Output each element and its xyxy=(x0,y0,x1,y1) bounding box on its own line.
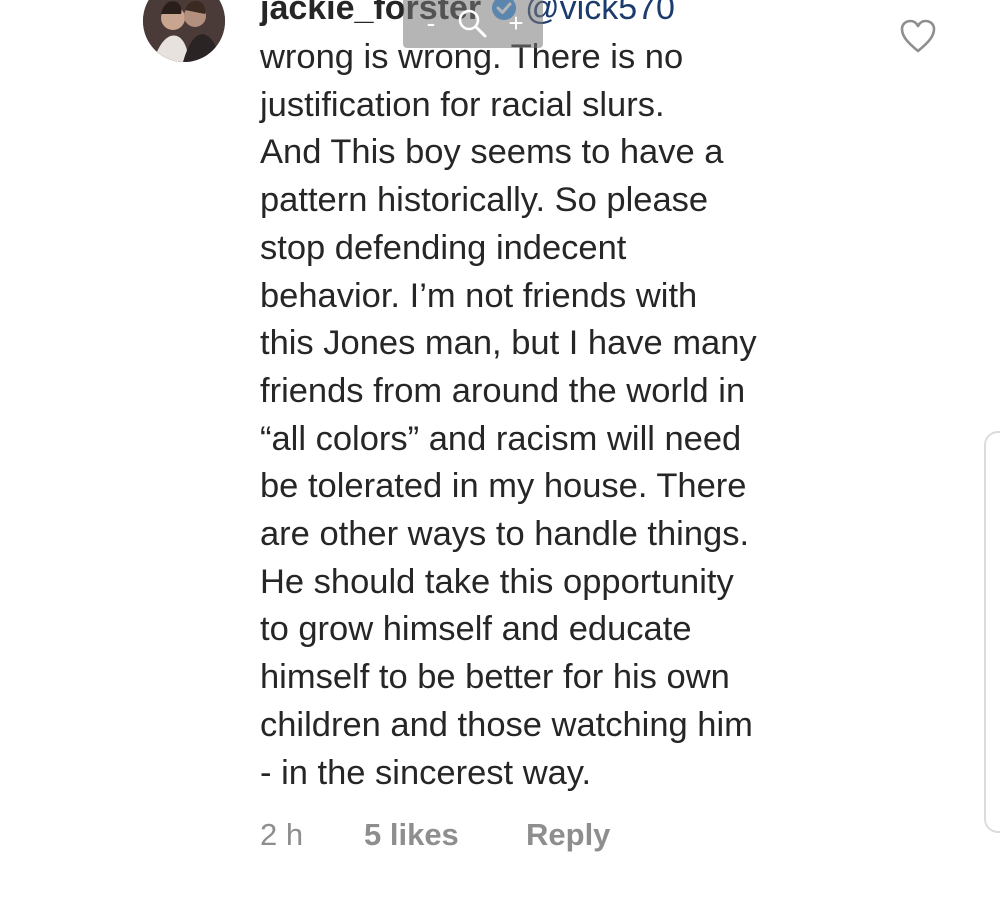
avatar[interactable] xyxy=(143,0,225,62)
avatar-photo xyxy=(143,0,225,62)
comment-text-line: be tolerated in my house. There xyxy=(260,467,747,506)
comment-text-line: behavior. I’m not friends with xyxy=(260,276,698,315)
comment-text-line: himself to be better for his own xyxy=(260,658,730,697)
scroll-handle[interactable] xyxy=(984,431,1000,833)
comment-text-line: stop defending indecent xyxy=(260,228,627,267)
likes-count[interactable]: 5 likes xyxy=(364,815,526,855)
comment-timestamp: 2 h xyxy=(260,817,304,852)
comment-text-line: “all colors” and racism will need xyxy=(260,419,742,458)
comment-text-line: - in the sincerest way. xyxy=(260,753,592,792)
comment-meta: 2 h 5 likes Reply xyxy=(260,815,610,855)
comment-text-line: are other ways to handle things. xyxy=(260,515,750,554)
comment-text-line: And This boy seems to have a xyxy=(260,133,724,172)
comment: jackie_forster @vick570 wrong is wrong. T… xyxy=(0,0,1000,919)
comment-text-line: pattern historically. So please xyxy=(260,181,709,220)
zoom-out-button[interactable]: - xyxy=(419,8,443,38)
comment-body: wrong is wrong. There is no justificatio… xyxy=(260,34,880,797)
comment-text-line: friends from around the world in xyxy=(260,371,746,410)
comment-text-line: He should take this opportunity xyxy=(260,562,734,601)
zoom-in-button[interactable]: + xyxy=(503,8,529,38)
comment-text-line: wrong is wrong. There is no xyxy=(260,38,684,76)
zoom-overlay: - + xyxy=(403,0,543,48)
comment-text-line: justification for racial slurs. xyxy=(260,85,665,124)
comment-text-line: this Jones man, but I have many xyxy=(260,324,757,363)
heart-outline-icon[interactable] xyxy=(899,18,937,54)
mention-link[interactable]: @vick570 xyxy=(525,0,675,27)
comment-text-line: to grow himself and educate xyxy=(260,610,692,649)
magnifier-icon[interactable] xyxy=(455,6,489,46)
reply-button[interactable]: Reply xyxy=(526,815,610,855)
comment-text-line: children and those watching him xyxy=(260,705,753,744)
